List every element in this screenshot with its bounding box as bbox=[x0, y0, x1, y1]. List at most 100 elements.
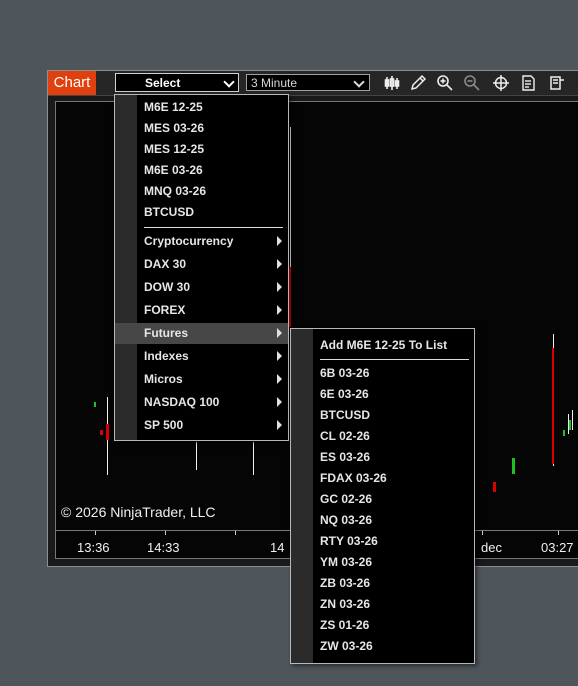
chevron-down-icon bbox=[223, 76, 235, 88]
x-tick bbox=[165, 531, 166, 535]
properties-icon[interactable] bbox=[548, 74, 566, 92]
x-axis-label: 14:33 bbox=[147, 540, 180, 555]
futures-item[interactable]: ZN 03-26 bbox=[291, 594, 474, 615]
menu-item-label: DOW 30 bbox=[144, 280, 191, 294]
instrument-menu: M6E 12-25 MES 03-26 MES 12-25 M6E 03-26 … bbox=[114, 94, 289, 441]
candle-body bbox=[512, 458, 515, 474]
instrument-selector-label: Select bbox=[145, 76, 181, 90]
menu-item-label: 6E 03-26 bbox=[320, 387, 369, 401]
chart-toolbar: Chart Select 3 Minute bbox=[48, 71, 578, 96]
copyright-label: © 2026 NinjaTrader, LLC bbox=[61, 504, 216, 520]
interval-selector[interactable]: 3 Minute bbox=[246, 74, 370, 91]
menu-item-label: ZW 03-26 bbox=[320, 639, 373, 653]
menu-item-label: MES 12-25 bbox=[144, 142, 205, 156]
menu-item-label: SP 500 bbox=[144, 418, 184, 432]
menu-item-label: Micros bbox=[144, 372, 183, 386]
x-tick bbox=[558, 531, 559, 535]
menu-item-label: NQ 03-26 bbox=[320, 513, 373, 527]
chevron-right-icon bbox=[277, 259, 282, 269]
menu-item-label: ZB 03-26 bbox=[320, 576, 371, 590]
data-box-icon[interactable] bbox=[520, 74, 538, 92]
candle-body bbox=[94, 402, 96, 407]
menu-separator bbox=[144, 227, 283, 228]
instrument-selector[interactable]: Select bbox=[115, 73, 239, 92]
menu-item-label: Indexes bbox=[144, 349, 189, 363]
chevron-right-icon bbox=[277, 305, 282, 315]
menu-item-micros[interactable]: Micros bbox=[115, 369, 288, 390]
futures-item[interactable]: ZW 03-26 bbox=[291, 636, 474, 657]
chevron-right-icon bbox=[277, 236, 282, 246]
menu-item-recent[interactable]: M6E 12-25 bbox=[115, 97, 288, 118]
futures-item[interactable]: ZB 03-26 bbox=[291, 573, 474, 594]
menu-item-label: ZS 01-26 bbox=[320, 618, 370, 632]
menu-item-label: ZN 03-26 bbox=[320, 597, 371, 611]
menu-item-recent[interactable]: BTCUSD bbox=[115, 202, 288, 223]
menu-item-label: FOREX bbox=[144, 303, 186, 317]
bar-style-icon[interactable] bbox=[383, 74, 401, 92]
candle-wick bbox=[572, 410, 573, 430]
x-tick bbox=[95, 531, 96, 535]
menu-item-nasdaq100[interactable]: NASDAQ 100 bbox=[115, 392, 288, 413]
futures-item[interactable]: 6E 03-26 bbox=[291, 384, 474, 405]
menu-item-label: FDAX 03-26 bbox=[320, 471, 387, 485]
candle-wick bbox=[196, 442, 197, 470]
menu-item-label: Add M6E 12-25 To List bbox=[320, 338, 448, 352]
menu-item-label: RTY 03-26 bbox=[320, 534, 378, 548]
futures-item[interactable]: CL 02-26 bbox=[291, 426, 474, 447]
menu-item-forex[interactable]: FOREX bbox=[115, 300, 288, 321]
interval-selector-label: 3 Minute bbox=[251, 76, 298, 90]
futures-item[interactable]: FDAX 03-26 bbox=[291, 468, 474, 489]
futures-item[interactable]: ES 03-26 bbox=[291, 447, 474, 468]
menu-item-label: Cryptocurrency bbox=[144, 234, 234, 248]
menu-item-label: MES 03-26 bbox=[144, 121, 205, 135]
chevron-right-icon bbox=[277, 328, 282, 338]
add-to-list-item[interactable]: Add M6E 12-25 To List bbox=[291, 335, 474, 356]
candle-body bbox=[563, 430, 565, 436]
menu-item-label: BTCUSD bbox=[144, 205, 194, 219]
chart-tab[interactable]: Chart bbox=[48, 71, 96, 95]
menu-item-label: GC 02-26 bbox=[320, 492, 373, 506]
menu-item-recent[interactable]: M6E 03-26 bbox=[115, 160, 288, 181]
futures-item[interactable]: GC 02-26 bbox=[291, 489, 474, 510]
futures-item[interactable]: RTY 03-26 bbox=[291, 531, 474, 552]
candle-body bbox=[569, 420, 571, 430]
chevron-down-icon bbox=[353, 76, 365, 88]
zoom-out-icon[interactable] bbox=[463, 74, 481, 92]
menu-separator bbox=[320, 359, 469, 360]
x-tick bbox=[482, 531, 483, 535]
menu-item-dax30[interactable]: DAX 30 bbox=[115, 254, 288, 275]
futures-item[interactable]: NQ 03-26 bbox=[291, 510, 474, 531]
menu-item-recent[interactable]: MES 12-25 bbox=[115, 139, 288, 160]
menu-item-dow30[interactable]: DOW 30 bbox=[115, 277, 288, 298]
chevron-right-icon bbox=[277, 282, 282, 292]
candle-body bbox=[100, 430, 103, 435]
candle-body bbox=[289, 267, 291, 327]
zoom-in-icon[interactable] bbox=[436, 74, 454, 92]
menu-item-label: NASDAQ 100 bbox=[144, 395, 220, 409]
x-axis-label: 14 bbox=[270, 540, 285, 555]
x-axis-label: dec bbox=[481, 540, 502, 555]
futures-item[interactable]: BTCUSD bbox=[291, 405, 474, 426]
menu-item-indexes[interactable]: Indexes bbox=[115, 346, 288, 367]
menu-item-label: BTCUSD bbox=[320, 408, 370, 422]
x-axis-label: 13:36 bbox=[77, 540, 110, 555]
futures-submenu: Add M6E 12-25 To List 6B 03-26 6E 03-26 … bbox=[290, 328, 475, 664]
menu-item-cryptocurrency[interactable]: Cryptocurrency bbox=[115, 231, 288, 252]
menu-item-recent[interactable]: MES 03-26 bbox=[115, 118, 288, 139]
menu-item-label: M6E 12-25 bbox=[144, 100, 203, 114]
menu-item-futures[interactable]: Futures bbox=[115, 323, 288, 344]
candle-body bbox=[493, 482, 496, 492]
futures-item[interactable]: ZS 01-26 bbox=[291, 615, 474, 636]
futures-item[interactable]: 6B 03-26 bbox=[291, 363, 474, 384]
menu-item-label: 6B 03-26 bbox=[320, 366, 370, 380]
menu-item-recent[interactable]: MNQ 03-26 bbox=[115, 181, 288, 202]
menu-item-label: DAX 30 bbox=[144, 257, 187, 271]
crosshair-icon[interactable] bbox=[492, 74, 510, 92]
candle-wick bbox=[253, 442, 254, 475]
chevron-right-icon bbox=[277, 397, 282, 407]
menu-item-label: M6E 03-26 bbox=[144, 163, 203, 177]
menu-item-sp500[interactable]: SP 500 bbox=[115, 415, 288, 436]
futures-item[interactable]: YM 03-26 bbox=[291, 552, 474, 573]
menu-item-label: YM 03-26 bbox=[320, 555, 373, 569]
pencil-draw-icon[interactable] bbox=[409, 74, 427, 92]
